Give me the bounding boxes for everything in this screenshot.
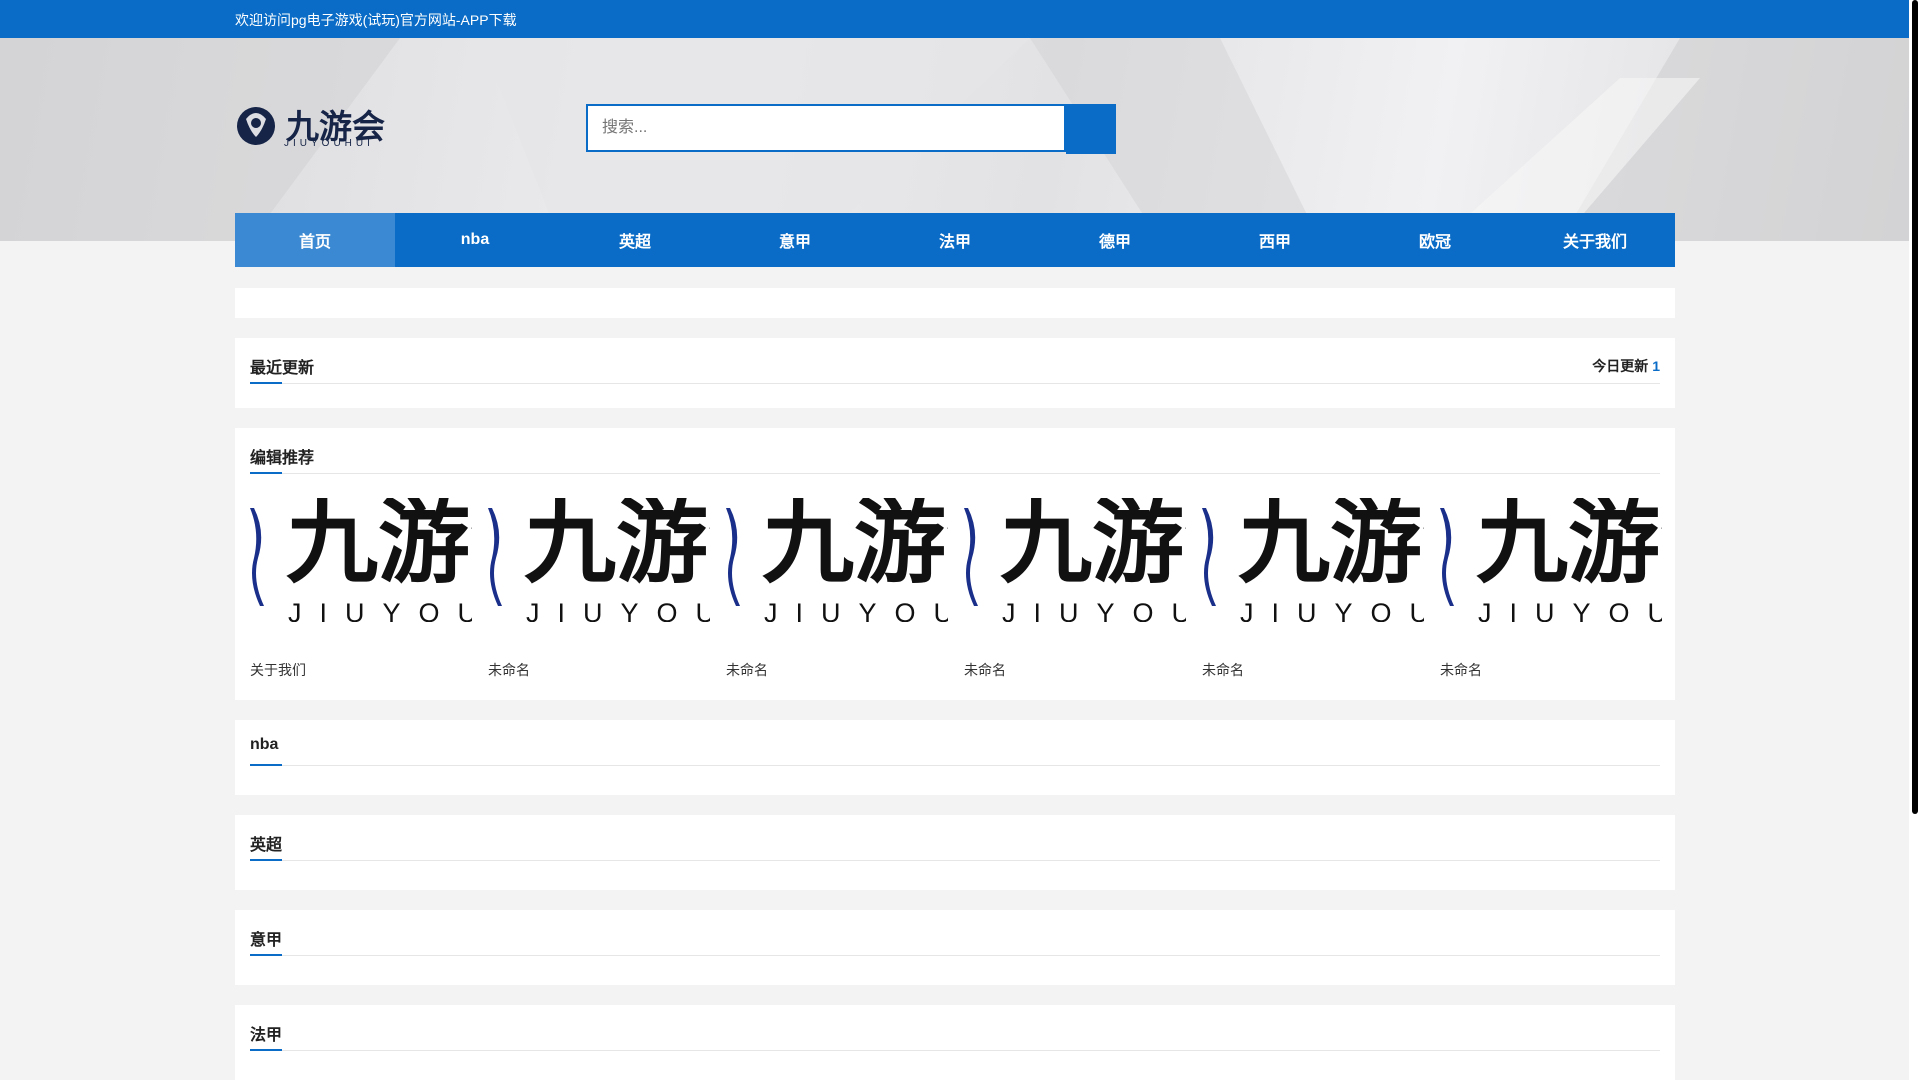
card-thumbnail[interactable]: 九游会 JIUYOUHUI — [1440, 498, 1662, 622]
panel-title[interactable]: 意甲 — [250, 926, 282, 950]
thumb-logo-text: 九游会 — [1476, 498, 1662, 596]
scrollbar-thumb[interactable] — [1912, 0, 1918, 814]
card-caption[interactable]: 未命名 — [488, 660, 530, 680]
card-caption[interactable]: 未命名 — [1202, 660, 1244, 680]
search-button[interactable] — [1066, 104, 1116, 154]
thumb-logo-text: 九游会 — [1238, 498, 1424, 596]
title-underline — [250, 1049, 282, 1051]
today-updates: 今日更新 1 — [1592, 356, 1660, 376]
card-item[interactable]: 九游会 JIUYOUHUI 未命名 — [964, 498, 1186, 678]
card-item[interactable]: 九游会 JIUYOUHUI 未命名 — [488, 498, 710, 678]
card-thumbnail[interactable]: 九游会 JIUYOUHUI — [488, 498, 710, 622]
logo-emblem-icon — [1440, 508, 1454, 606]
editor-picks-panel: 编辑推荐 九游会 JIUYOUHUI 关于我们 九游会 JIUYOUHUI 未命… — [235, 428, 1675, 700]
thumb-logo-subtext: JIUYOUHUI — [288, 598, 472, 623]
panel-header: 意甲 — [250, 910, 1660, 956]
section-premier-league: 英超 — [235, 815, 1675, 890]
search-icon — [1066, 104, 1116, 154]
nav-item-home[interactable]: 首页 — [235, 213, 395, 267]
search-input[interactable] — [586, 104, 1066, 152]
logo-emblem-icon — [250, 508, 264, 606]
panel-header: 英超 — [250, 815, 1660, 861]
thumb-logo-subtext: JIUYOUHUI — [764, 598, 948, 623]
section-serie-a: 意甲 — [235, 910, 1675, 985]
top-bar: 欢迎访问pg电子游戏(试玩)官方网站-APP下载 — [0, 0, 1909, 38]
nav-item-serie-a[interactable]: 意甲 — [715, 213, 875, 267]
section-nba: nba — [235, 720, 1675, 795]
panel-header: 最近更新 今日更新 1 — [250, 338, 1660, 384]
panel-title[interactable]: 英超 — [250, 831, 282, 855]
card-caption[interactable]: 关于我们 — [250, 660, 306, 680]
panel-title: 最近更新 — [250, 360, 315, 377]
recent-updates-panel: 最近更新 今日更新 1 — [235, 338, 1675, 408]
panel-header: 法甲 — [250, 1005, 1660, 1051]
title-underline — [250, 954, 282, 956]
today-updates-label: 今日更新 — [1592, 358, 1649, 374]
logo-emblem-icon — [726, 508, 740, 606]
thumb-logo-text: 九游会 — [1000, 498, 1186, 596]
panel-title: 编辑推荐 — [250, 450, 315, 467]
welcome-text: 欢迎访问pg电子游戏(试玩)官方网站-APP下载 — [235, 12, 517, 28]
card-caption[interactable]: 未命名 — [1440, 660, 1482, 680]
banner-strip — [235, 288, 1675, 318]
nav-item-ligue-1[interactable]: 法甲 — [875, 213, 1035, 267]
thumb-logo-text: 九游会 — [286, 498, 472, 596]
card-caption[interactable]: 未命名 — [726, 660, 768, 680]
title-underline — [250, 859, 282, 861]
card-thumbnail[interactable]: 九游会 JIUYOUHUI — [250, 498, 472, 622]
nav-item-la-liga[interactable]: 西甲 — [1195, 213, 1355, 267]
panel-title[interactable]: nba — [250, 736, 278, 754]
title-underline — [250, 472, 282, 474]
thumb-logo-subtext: JIUYOUHUI — [526, 598, 710, 623]
today-updates-count: 1 — [1652, 358, 1660, 374]
title-underline — [250, 382, 282, 384]
panel-header: 编辑推荐 — [250, 428, 1660, 474]
logo-emblem-icon — [1202, 508, 1216, 606]
nav-item-nba[interactable]: nba — [395, 213, 555, 267]
card-thumbnail[interactable]: 九游会 JIUYOUHUI — [1202, 498, 1424, 622]
nav-item-bundesliga[interactable]: 德甲 — [1035, 213, 1195, 267]
logo-emblem-icon — [488, 508, 502, 606]
panel-header: nba — [250, 720, 1660, 766]
section-ligue-1: 法甲 — [235, 1005, 1675, 1080]
card-item[interactable]: 九游会 JIUYOUHUI 未命名 — [1202, 498, 1424, 678]
card-grid: 九游会 JIUYOUHUI 关于我们 九游会 JIUYOUHUI 未命名 九游会… — [250, 498, 1662, 688]
logo-subtext: JIUYOUHUI — [284, 138, 374, 149]
title-underline — [250, 764, 282, 766]
thumb-logo-text: 九游会 — [762, 498, 948, 596]
panel-title[interactable]: 法甲 — [250, 1021, 282, 1045]
card-caption[interactable]: 未命名 — [964, 660, 1006, 680]
nav-item-champions-league[interactable]: 欧冠 — [1355, 213, 1515, 267]
thumb-logo-subtext: JIUYOUHUI — [1240, 598, 1424, 623]
card-thumbnail[interactable]: 九游会 JIUYOUHUI — [726, 498, 948, 622]
logo-emblem-icon — [964, 508, 978, 606]
card-item[interactable]: 九游会 JIUYOUHUI 未命名 — [1440, 498, 1662, 678]
thumb-logo-subtext: JIUYOUHUI — [1478, 598, 1662, 623]
card-thumbnail[interactable]: 九游会 JIUYOUHUI — [964, 498, 1186, 622]
nav-item-premier-league[interactable]: 英超 — [555, 213, 715, 267]
nav-item-about-us[interactable]: 关于我们 — [1515, 213, 1675, 267]
thumb-logo-subtext: JIUYOUHUI — [1002, 598, 1186, 623]
card-item[interactable]: 九游会 JIUYOUHUI 关于我们 — [250, 498, 472, 678]
main-nav: 首页 nba 英超 意甲 法甲 德甲 西甲 欧冠 关于我们 — [235, 213, 1675, 267]
card-item[interactable]: 九游会 JIUYOUHUI 未命名 — [726, 498, 948, 678]
thumb-logo-text: 九游会 — [524, 498, 710, 596]
